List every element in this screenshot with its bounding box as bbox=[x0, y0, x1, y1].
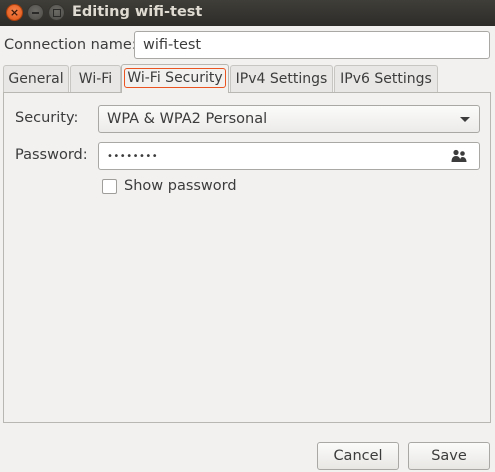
password-input[interactable]: •••••••• bbox=[98, 142, 480, 170]
connection-name-input[interactable]: wifi-test bbox=[134, 31, 490, 59]
maximize-window-button[interactable] bbox=[48, 4, 65, 21]
title-bar: × Editing wifi-test bbox=[0, 0, 495, 26]
close-icon: × bbox=[9, 6, 20, 19]
save-button[interactable]: Save bbox=[408, 442, 490, 470]
security-label: Security: bbox=[15, 110, 79, 126]
users-icon[interactable] bbox=[451, 149, 467, 163]
password-masked-value: •••••••• bbox=[107, 151, 159, 162]
minimize-window-button[interactable] bbox=[27, 4, 44, 21]
tab-general[interactable]: General bbox=[3, 65, 69, 92]
tab-ipv4-settings[interactable]: IPv4 Settings bbox=[230, 65, 333, 92]
tab-ipv6-settings[interactable]: IPv6 Settings bbox=[334, 65, 438, 92]
security-dropdown[interactable]: WPA & WPA2 Personal bbox=[98, 105, 480, 133]
window-title: Editing wifi-test bbox=[72, 4, 203, 20]
tab-wifi-security[interactable]: Wi-Fi Security bbox=[121, 64, 229, 93]
cancel-button[interactable]: Cancel bbox=[317, 442, 399, 470]
show-password-checkbox[interactable] bbox=[102, 179, 117, 194]
show-password-label[interactable]: Show password bbox=[124, 178, 237, 194]
security-selected-value: WPA & WPA2 Personal bbox=[107, 111, 268, 127]
chevron-down-icon bbox=[460, 117, 470, 122]
password-label: Password: bbox=[15, 147, 88, 163]
connection-name-row: Connection name: bbox=[4, 31, 137, 59]
connection-name-label: Connection name: bbox=[4, 37, 137, 53]
close-window-button[interactable]: × bbox=[6, 4, 23, 21]
tab-wifi[interactable]: Wi-Fi bbox=[70, 65, 121, 92]
